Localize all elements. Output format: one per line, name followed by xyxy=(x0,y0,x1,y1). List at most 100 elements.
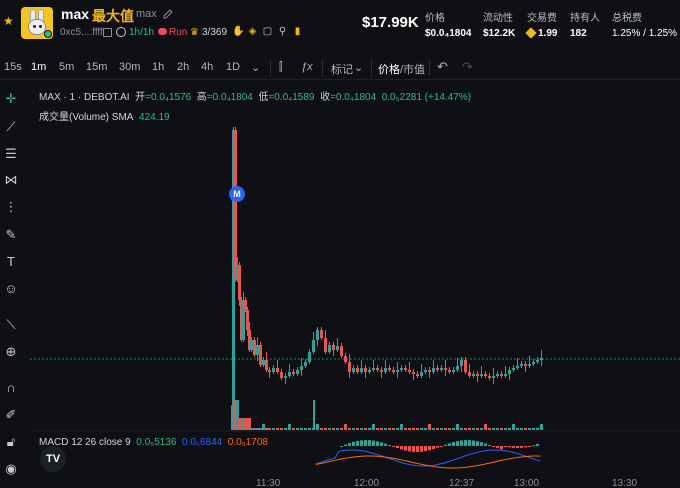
macd-bar xyxy=(516,446,519,448)
volume-bar xyxy=(348,428,351,430)
copy-icon[interactable] xyxy=(103,28,112,37)
emoji-icon[interactable]: ☺ xyxy=(2,280,20,298)
candle-type-icon[interactable]: ⫿ xyxy=(279,61,283,74)
tf-1h[interactable]: 1h xyxy=(152,61,164,73)
tf-15s[interactable]: 15s xyxy=(4,61,22,73)
candle-body xyxy=(292,372,295,374)
brush-icon[interactable]: ✎ xyxy=(2,226,20,244)
macd-bar xyxy=(432,446,435,450)
volume-bar xyxy=(372,424,375,430)
tf-1m[interactable]: 1m xyxy=(31,61,46,73)
x-tick-label: 12:00 xyxy=(354,478,380,488)
horizontal-lines-icon[interactable]: ☰ xyxy=(2,145,20,163)
tf-15m[interactable]: 15m xyxy=(86,61,107,73)
undo-icon[interactable]: ↶ xyxy=(437,59,448,75)
text-icon[interactable]: T xyxy=(2,253,20,271)
volume-bar xyxy=(316,424,319,430)
chevron-down-icon[interactable]: ⌄ xyxy=(251,61,260,74)
volume-bar xyxy=(384,428,387,430)
macd-bar xyxy=(476,441,479,446)
close-value: =0.0₄1804 xyxy=(330,92,377,103)
edit-icon[interactable] xyxy=(162,8,174,20)
volume-label: 成交量(Volume) SMA xyxy=(39,112,134,123)
candle-body xyxy=(234,130,237,280)
macd-bar xyxy=(524,446,527,448)
clock-icon xyxy=(116,27,126,37)
candle-body xyxy=(253,340,256,355)
candle-body xyxy=(532,362,535,364)
crosshair-icon[interactable]: ✛ xyxy=(2,90,20,108)
volume-bar xyxy=(404,428,407,430)
macd-bar xyxy=(396,446,399,449)
tf-1d[interactable]: 1D xyxy=(226,61,240,73)
box-icon[interactable]: ◈ xyxy=(247,26,258,38)
candle-body xyxy=(380,370,383,372)
macd-bar xyxy=(460,440,463,446)
trendline-icon[interactable]: ⟋ xyxy=(2,118,20,136)
volume-bar xyxy=(448,428,451,430)
tradingview-logo[interactable]: TV xyxy=(40,446,66,472)
tf-5m[interactable]: 5m xyxy=(59,61,74,73)
volume-bar xyxy=(380,428,383,430)
price-chart[interactable] xyxy=(30,82,680,488)
volume-bar xyxy=(272,428,275,430)
candle-body xyxy=(364,368,367,372)
candle-body xyxy=(520,364,523,366)
tf-4h[interactable]: 4h xyxy=(201,61,213,73)
lock-draw-icon[interactable]: ✐ xyxy=(2,406,20,424)
macd-bar xyxy=(436,446,439,448)
pill-icon xyxy=(158,28,167,35)
market-cap: $17.99K xyxy=(362,14,419,31)
volume-bar xyxy=(440,428,443,430)
marker-badge[interactable]: M xyxy=(229,186,245,202)
candle-body xyxy=(296,370,299,374)
token-age: 1h/1h xyxy=(129,27,155,38)
chat-icon[interactable]: ▢ xyxy=(262,26,273,38)
macd-value-1: 0.0₅5136 xyxy=(136,437,177,448)
chevron-down-icon[interactable]: ⌄ xyxy=(354,61,363,74)
macd-value-3: 0.0₅1708 xyxy=(227,437,268,448)
low-value: =0.0₄1589 xyxy=(268,92,315,103)
star-icon[interactable]: ★ xyxy=(3,14,14,28)
stat-tax: 总税费 1.25% / 1.25% xyxy=(612,13,678,39)
tf-2h[interactable]: 2h xyxy=(177,61,189,73)
lock-icon[interactable]: 🔓︎ xyxy=(2,433,20,451)
macd-bar xyxy=(412,446,415,452)
macd-bar xyxy=(500,446,503,450)
mcap-toggle[interactable]: /市值 xyxy=(400,61,425,77)
eye-icon[interactable]: ◉ xyxy=(2,460,20,478)
tf-30m[interactable]: 30m xyxy=(119,61,140,73)
book-icon[interactable]: ▮ xyxy=(292,26,303,38)
ruler-icon[interactable]: ⟍ xyxy=(2,316,20,334)
macd-bar xyxy=(444,444,447,446)
candle-body xyxy=(238,265,241,300)
token-logo xyxy=(21,7,53,39)
fib-icon[interactable]: ⋮ xyxy=(2,198,20,216)
macd-bar xyxy=(488,444,491,446)
candle-body xyxy=(328,345,331,352)
pattern-icon[interactable]: ⋈ xyxy=(2,171,20,189)
indicators-button[interactable]: 标记 xyxy=(331,61,353,77)
zoom-icon[interactable]: ⊕ xyxy=(2,343,20,361)
candle-body xyxy=(496,374,499,376)
price-toggle[interactable]: 价格 xyxy=(378,61,400,77)
fx-icon[interactable]: ƒx xyxy=(301,61,313,73)
open-value: =0.0₄1576 xyxy=(145,92,192,103)
macd-bar xyxy=(352,441,355,446)
volume-bar xyxy=(520,428,523,430)
macd-bar xyxy=(348,443,351,446)
stat-fee: 交易费 1.99 xyxy=(525,13,558,40)
magnet-icon[interactable]: ∩ xyxy=(2,379,20,397)
candle-body xyxy=(456,366,459,370)
candle-body xyxy=(428,370,431,372)
redo-icon[interactable]: ↷ xyxy=(462,59,473,75)
search-icon[interactable]: ⚲ xyxy=(277,26,288,38)
macd-bar xyxy=(452,442,455,446)
candle-body xyxy=(504,374,507,376)
hand-icon[interactable]: ✋ xyxy=(232,26,244,38)
volume-bar xyxy=(276,428,279,430)
candle-body xyxy=(284,376,287,378)
volume-bar xyxy=(472,428,475,430)
volume-value: 424.19 xyxy=(139,112,170,123)
candle-body xyxy=(356,368,359,372)
